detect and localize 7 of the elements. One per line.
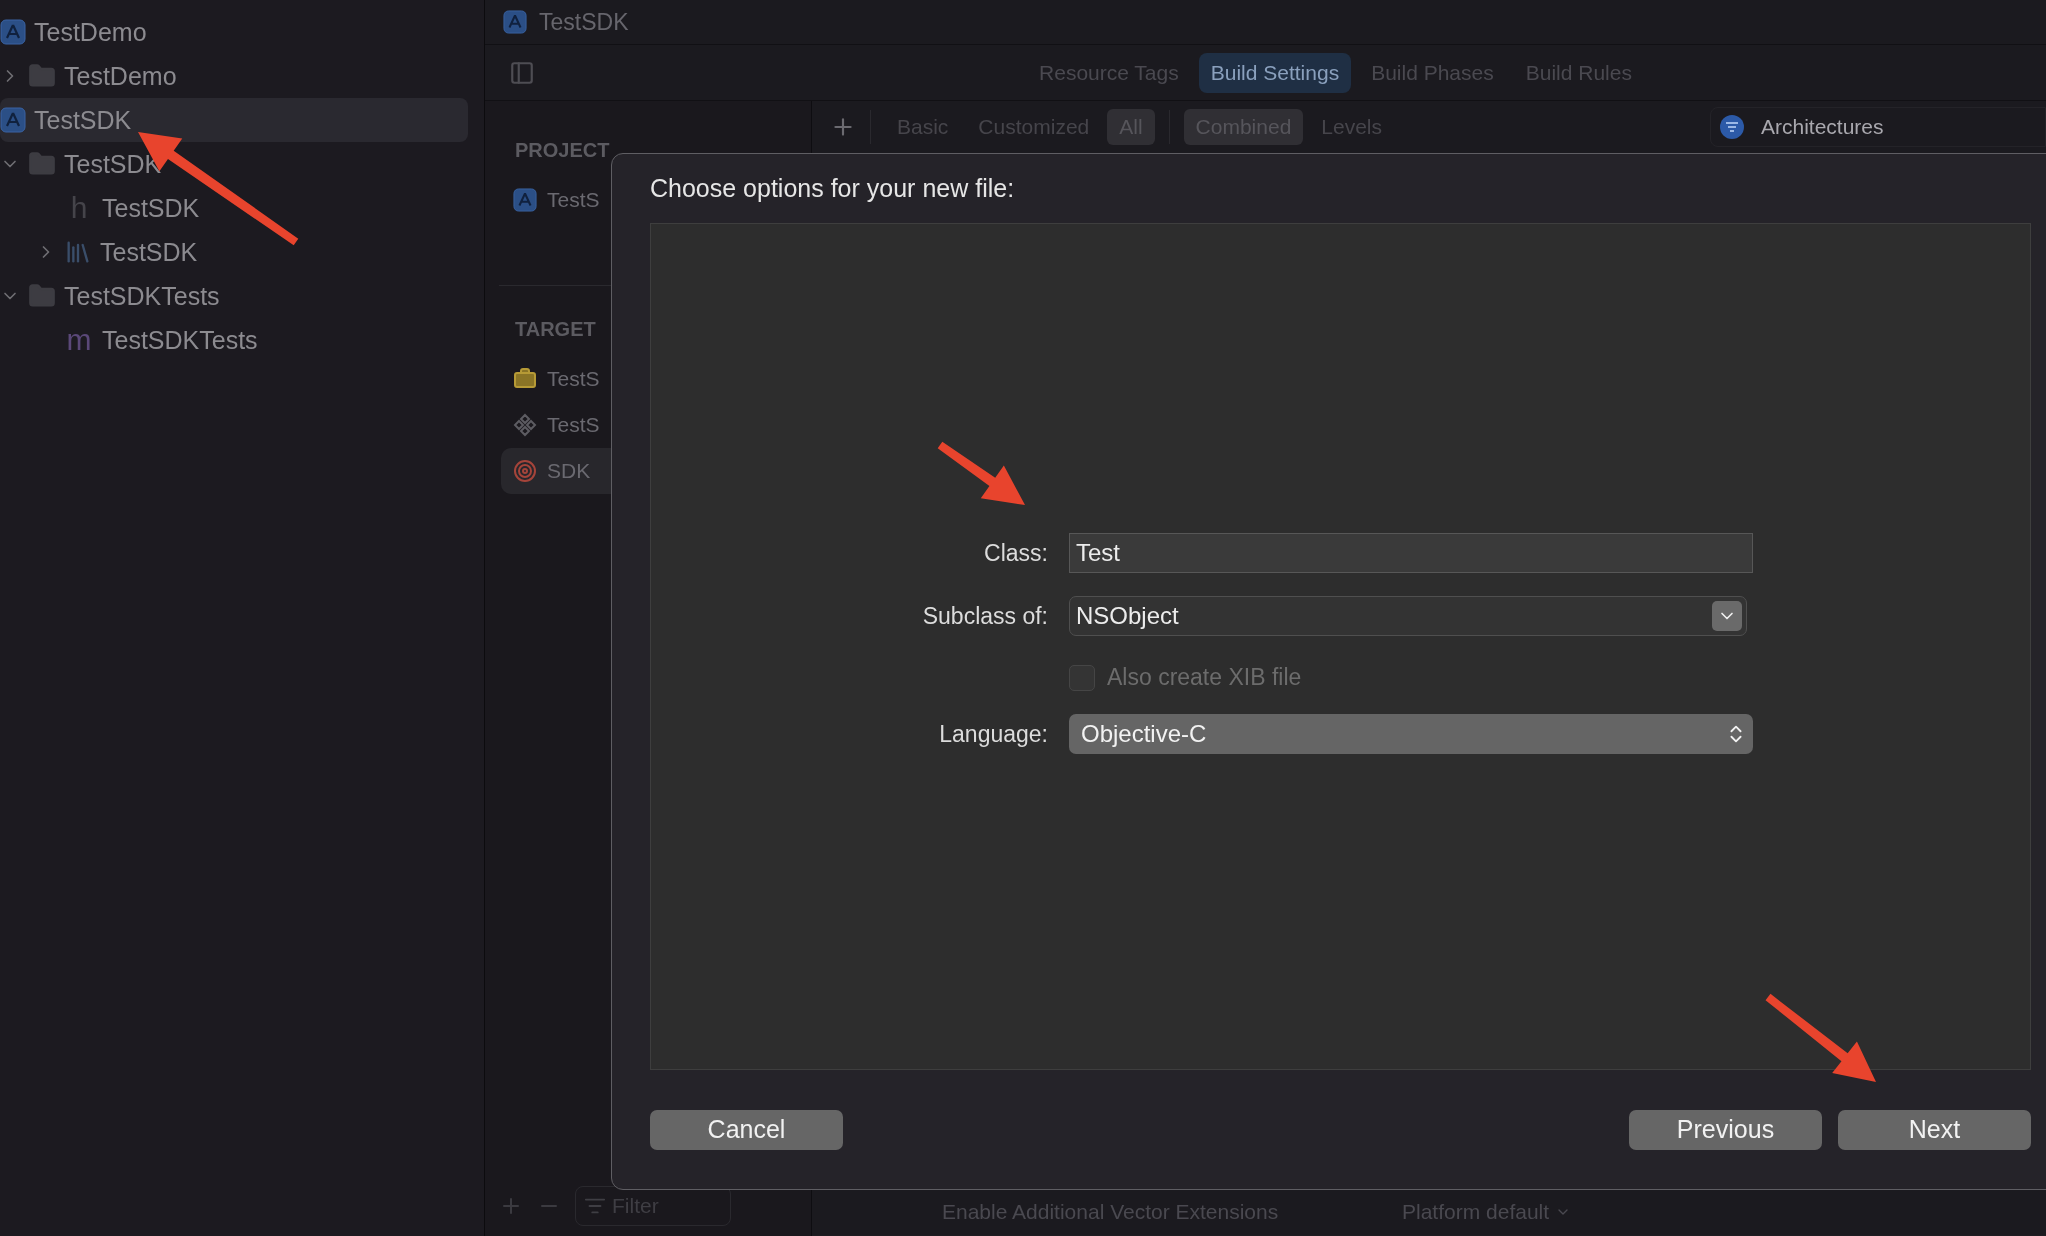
- section-heading: TARGET: [515, 318, 596, 340]
- field-label: Language:: [938, 720, 1048, 748]
- section-heading: PROJECT: [515, 139, 610, 161]
- source-file-icon: m: [66, 325, 92, 355]
- field-label: Subclass of:: [921, 602, 1048, 630]
- field-label: Class:: [983, 539, 1048, 567]
- dialog-title: Choose options for your new file:: [650, 174, 1015, 203]
